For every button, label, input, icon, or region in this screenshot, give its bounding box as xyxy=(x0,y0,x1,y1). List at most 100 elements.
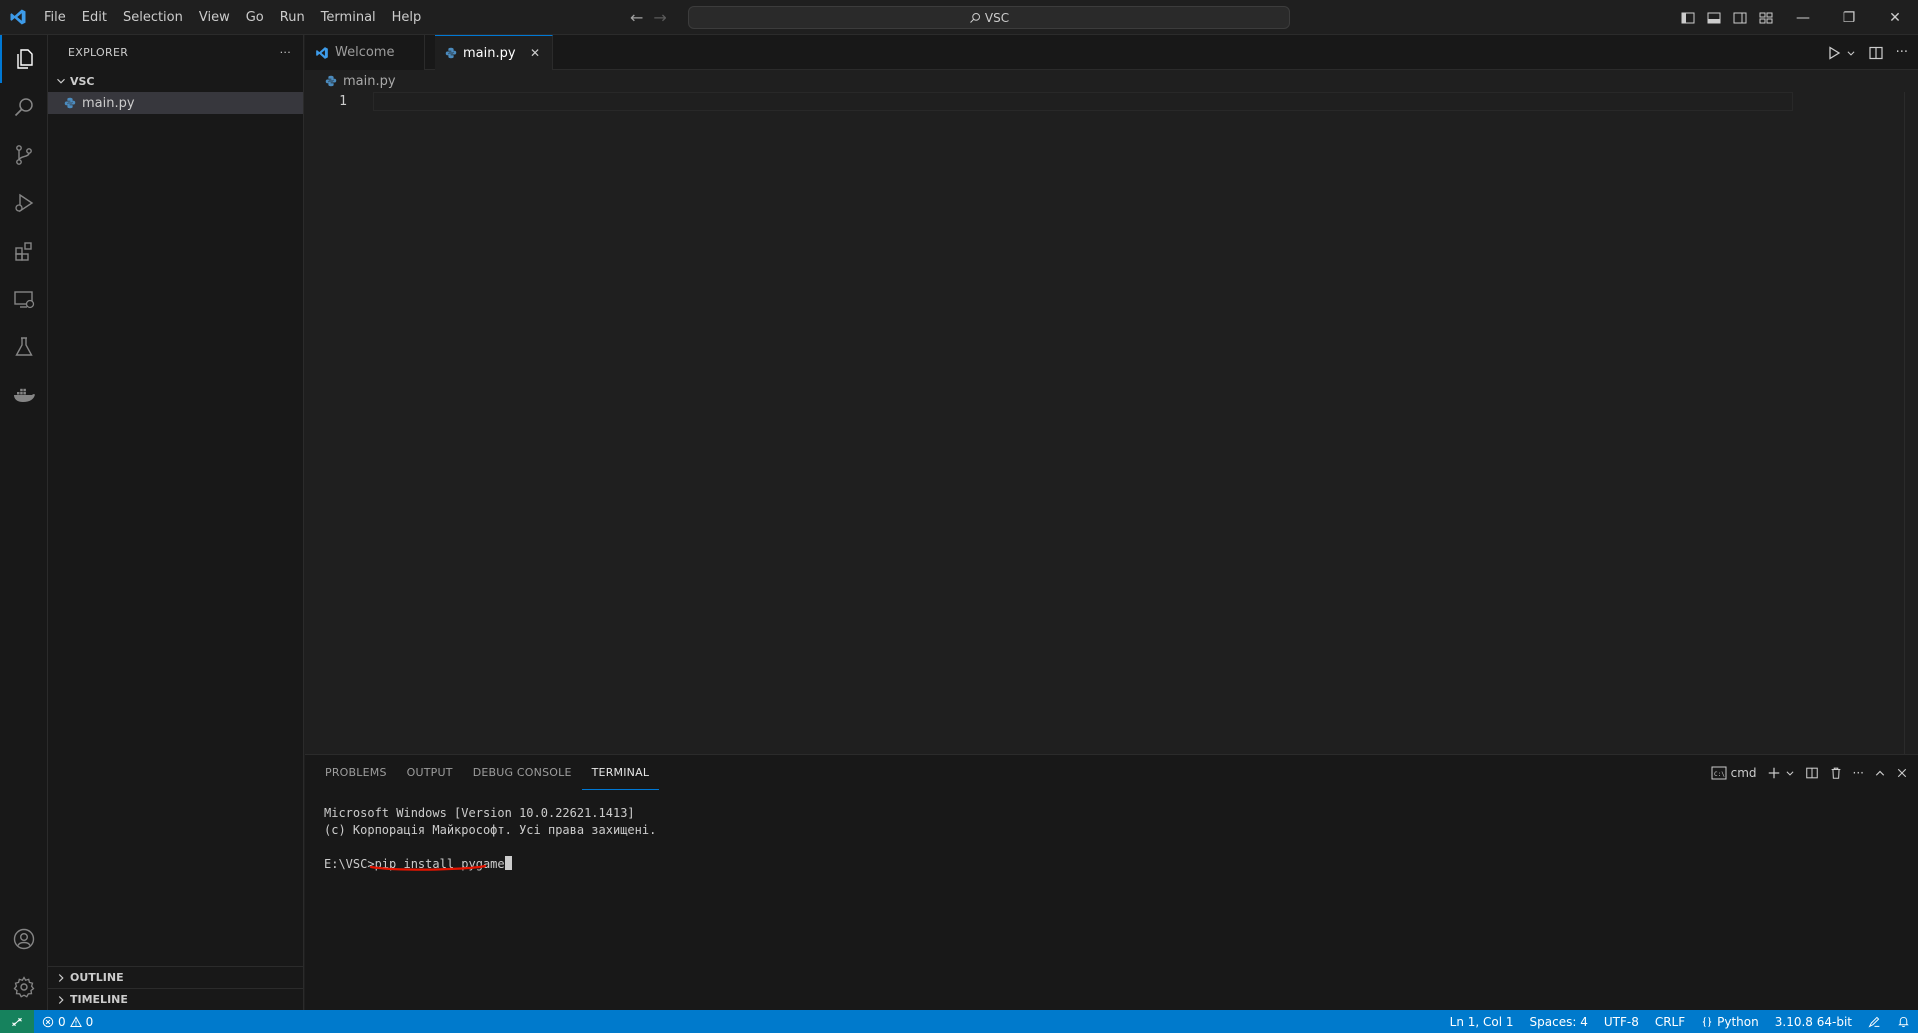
close-tab-icon[interactable]: ✕ xyxy=(530,46,540,60)
remote-explorer-icon[interactable] xyxy=(0,275,48,323)
source-control-icon[interactable] xyxy=(0,131,48,179)
trash-icon[interactable] xyxy=(1829,766,1843,780)
folder-name: VSC xyxy=(70,74,95,88)
remote-icon xyxy=(12,1017,22,1026)
more-actions-icon[interactable]: ··· xyxy=(1896,45,1908,60)
menu-run[interactable]: Run xyxy=(272,0,313,35)
python-file-icon xyxy=(64,97,76,109)
timeline-section[interactable]: TIMELINE xyxy=(48,988,304,1010)
bottom-panel: PROBLEMS OUTPUT DEBUG CONSOLE TERMINAL C… xyxy=(305,754,1918,1010)
tab-debug-console[interactable]: DEBUG CONSOLE xyxy=(463,755,582,790)
forward-arrow-icon[interactable]: → xyxy=(653,8,666,27)
vscode-logo-icon xyxy=(316,46,328,59)
live-share-icon[interactable] xyxy=(1860,1010,1889,1033)
accounts-icon[interactable] xyxy=(0,915,48,963)
testing-icon[interactable] xyxy=(0,323,48,371)
tab-output[interactable]: OUTPUT xyxy=(397,755,463,790)
layout-controls xyxy=(1680,0,1774,35)
language-mode[interactable]: Python xyxy=(1693,1010,1767,1033)
notifications-bell-icon[interactable] xyxy=(1889,1010,1918,1033)
language-label: Python xyxy=(1717,1014,1759,1029)
terminal-profile[interactable]: C:\ cmd xyxy=(1711,766,1757,780)
tab-label: main.py xyxy=(463,45,516,61)
encoding[interactable]: UTF-8 xyxy=(1596,1010,1647,1033)
run-python-file-icon[interactable] xyxy=(1826,45,1842,61)
menu-help[interactable]: Help xyxy=(384,0,430,35)
menu-view[interactable]: View xyxy=(191,0,238,35)
docker-icon[interactable] xyxy=(0,371,48,419)
remote-indicator[interactable] xyxy=(0,1010,34,1033)
close-panel-icon[interactable] xyxy=(1896,767,1908,779)
tab-main-py[interactable]: main.py ✕ xyxy=(435,35,553,70)
search-icon xyxy=(970,12,980,23)
panel-tabs: PROBLEMS OUTPUT DEBUG CONSOLE TERMINAL xyxy=(305,755,1918,790)
toggle-primary-sidebar-icon[interactable] xyxy=(1680,10,1696,26)
code-line[interactable]: 1 xyxy=(305,92,1918,111)
menu-file[interactable]: File xyxy=(36,0,74,35)
title-bar: File Edit Selection View Go Run Terminal… xyxy=(0,0,1918,35)
editor-scrollbar[interactable] xyxy=(1904,92,1918,754)
search-icon[interactable] xyxy=(0,83,48,131)
minimize-button[interactable]: — xyxy=(1780,0,1826,35)
toggle-panel-icon[interactable] xyxy=(1706,10,1722,26)
current-line-highlight xyxy=(373,92,1793,111)
outline-section[interactable]: OUTLINE xyxy=(48,966,304,988)
status-right: Ln 1, Col 1 Spaces: 4 UTF-8 CRLF Python … xyxy=(1442,1010,1918,1033)
explorer-icon[interactable] xyxy=(0,35,48,83)
folder-vsc[interactable]: VSC xyxy=(48,70,303,92)
menu-edit[interactable]: Edit xyxy=(74,0,115,35)
terminal-cmd-icon: C:\ xyxy=(1711,766,1727,779)
explorer-sidebar: EXPLORER ··· VSC main.py OUTLINE TIMELIN… xyxy=(48,35,304,1010)
explorer-title: EXPLORER xyxy=(68,46,129,59)
split-terminal-icon[interactable] xyxy=(1805,766,1819,780)
error-count: 0 xyxy=(58,1014,66,1029)
menu-selection[interactable]: Selection xyxy=(115,0,191,35)
file-item-main-py[interactable]: main.py xyxy=(48,92,303,114)
warning-count: 0 xyxy=(85,1014,94,1029)
tab-label: Welcome xyxy=(335,45,395,60)
split-editor-icon[interactable] xyxy=(1868,45,1884,61)
breadcrumb[interactable]: main.py xyxy=(305,70,1918,92)
braces-icon xyxy=(1702,1016,1712,1027)
new-terminal-icon[interactable] xyxy=(1767,766,1781,780)
terminal-cursor xyxy=(504,856,512,870)
terminal-profile-name: cmd xyxy=(1730,765,1757,780)
menu-go[interactable]: Go xyxy=(238,0,272,35)
command-center-search[interactable]: VSC xyxy=(688,6,1290,29)
back-arrow-icon[interactable]: ← xyxy=(630,8,643,27)
run-debug-icon[interactable] xyxy=(0,179,48,227)
customize-layout-icon[interactable] xyxy=(1758,10,1774,26)
problems-indicator[interactable]: 0 0 xyxy=(34,1015,93,1029)
chevron-right-icon xyxy=(58,995,64,1004)
panel-more-actions-icon[interactable]: ··· xyxy=(1853,766,1864,780)
maximize-panel-icon[interactable] xyxy=(1874,767,1886,779)
close-window-button[interactable]: ✕ xyxy=(1872,0,1918,35)
toggle-secondary-sidebar-icon[interactable] xyxy=(1732,10,1748,26)
restore-button[interactable]: ❐ xyxy=(1826,0,1872,35)
file-name: main.py xyxy=(82,95,135,111)
terminal-prompt: E:\VSC> xyxy=(324,857,375,871)
extensions-icon[interactable] xyxy=(0,227,48,275)
chevron-down-icon[interactable] xyxy=(1785,768,1795,778)
indentation[interactable]: Spaces: 4 xyxy=(1522,1010,1596,1033)
end-of-line[interactable]: CRLF xyxy=(1647,1010,1693,1033)
explorer-header: EXPLORER ··· xyxy=(48,35,303,70)
cursor-position[interactable]: Ln 1, Col 1 xyxy=(1442,1010,1522,1033)
menu-terminal[interactable]: Terminal xyxy=(313,0,384,35)
terminal-line: Microsoft Windows [Version 10.0.22621.14… xyxy=(324,806,635,820)
feedback-icon xyxy=(1868,1016,1880,1028)
error-icon xyxy=(42,1016,54,1027)
tab-problems[interactable]: PROBLEMS xyxy=(315,755,397,790)
line-number: 1 xyxy=(339,94,347,109)
tab-terminal[interactable]: TERMINAL xyxy=(581,755,660,790)
editor-area: Welcome main.py ✕ ··· main.py 1 xyxy=(305,35,1918,754)
panel-actions: C:\ cmd ··· xyxy=(1711,755,1908,790)
settings-gear-icon[interactable] xyxy=(0,963,48,1011)
chevron-down-icon[interactable] xyxy=(1846,48,1856,58)
menu-bar: File Edit Selection View Go Run Terminal… xyxy=(36,0,429,35)
python-interpreter[interactable]: 3.10.8 64-bit xyxy=(1767,1010,1860,1033)
tab-welcome[interactable]: Welcome xyxy=(305,35,425,70)
python-file-icon xyxy=(325,75,337,87)
vscode-logo-icon xyxy=(0,0,36,35)
explorer-more-actions-icon[interactable]: ··· xyxy=(280,46,291,59)
